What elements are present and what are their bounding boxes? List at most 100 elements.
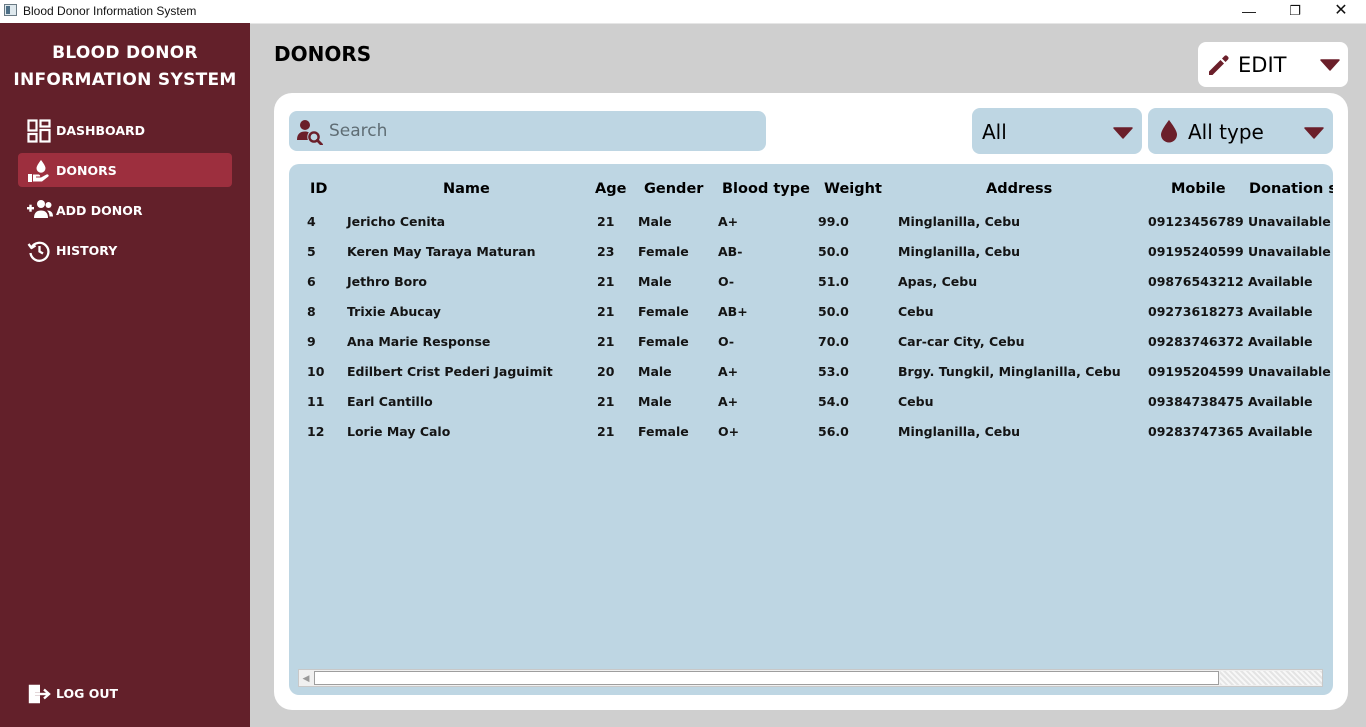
chevron-down-icon (1304, 126, 1324, 144)
cell-name: Jericho Cenita (347, 214, 446, 229)
chevron-down-icon (1113, 126, 1133, 144)
edit-dropdown-button[interactable]: EDIT (1198, 42, 1348, 87)
cell-gender: Female (638, 334, 689, 349)
cell-id: 9 (307, 334, 316, 349)
search-bar[interactable] (289, 111, 766, 151)
table-row[interactable]: 10 Edilbert Crist Pederi Jaguimit 20 Male A+… (289, 364, 1333, 394)
cell-weight: 54.0 (818, 394, 849, 409)
cell-blood-type: AB- (718, 244, 743, 259)
cell-mobile: 09195204599 (1148, 364, 1244, 379)
cell-weight: 70.0 (818, 334, 849, 349)
cell-blood-type: A+ (718, 364, 739, 379)
cell-weight: 51.0 (818, 274, 849, 289)
sidebar-item-history[interactable]: HISTORY (18, 233, 232, 267)
blood-type-filter-value: All type (1188, 120, 1264, 144)
sidebar-item-label: ADD DONOR (56, 203, 143, 218)
cell-blood-type: A+ (718, 214, 739, 229)
cell-weight: 99.0 (818, 214, 849, 229)
sidebar-item-donors[interactable]: DONORS (18, 153, 232, 187)
cell-address: Brgy. Tungkil, Minglanilla, Cebu (898, 364, 1121, 379)
minimize-button[interactable]: — (1226, 0, 1272, 23)
blood-type-filter-select[interactable]: All type (1148, 108, 1333, 154)
cell-address: Minglanilla, Cebu (898, 244, 1021, 259)
cell-donation-status: Available (1248, 424, 1313, 439)
column-header-weight[interactable]: Weight (824, 181, 882, 197)
cell-weight: 56.0 (818, 424, 849, 439)
dashboard-icon (27, 119, 51, 143)
cell-name: Lorie May Calo (347, 424, 451, 439)
cell-gender: Male (638, 214, 672, 229)
cell-id: 6 (307, 274, 316, 289)
column-header-age[interactable]: Age (595, 181, 626, 197)
cell-donation-status: Unavailable (1248, 364, 1331, 379)
search-input[interactable] (329, 111, 749, 151)
cell-age: 20 (597, 364, 615, 379)
cell-mobile: 09195240599 (1148, 244, 1244, 259)
logout-button[interactable]: LOG OUT (18, 676, 232, 710)
cell-blood-type: O- (718, 274, 735, 289)
close-button[interactable]: ✕ (1318, 0, 1364, 23)
table-row[interactable]: 4 Jericho Cenita 21 Male A+ 99.0 Minglanilla, … (289, 214, 1333, 244)
cell-name: Earl Cantillo (347, 394, 433, 409)
cell-address: Cebu (898, 394, 934, 409)
table-row[interactable]: 5 Keren May Taraya Maturan 23 Female AB- 50.0… (289, 244, 1333, 274)
cell-mobile: 09283746372 (1148, 334, 1244, 349)
scroll-left-icon[interactable]: ◀ (299, 670, 313, 686)
cell-gender: Female (638, 304, 689, 319)
cell-id: 8 (307, 304, 316, 319)
maximize-button[interactable]: ❐ (1272, 0, 1318, 23)
cell-donation-status: Available (1248, 334, 1313, 349)
table-row[interactable]: 11 Earl Cantillo 21 Male A+ 54.0 Cebu 093847384… (289, 394, 1333, 424)
cell-age: 23 (597, 244, 615, 259)
cell-address: Apas, Cebu (898, 274, 978, 289)
sidebar-item-add-donor[interactable]: ADD DONOR (18, 193, 232, 227)
cell-donation-status: Available (1248, 394, 1313, 409)
column-header-name[interactable]: Name (443, 181, 490, 197)
cell-mobile: 09123456789 (1148, 214, 1244, 229)
add-user-icon (27, 199, 53, 221)
cell-id: 5 (307, 244, 316, 259)
status-filter-select[interactable]: All (972, 108, 1142, 154)
cell-gender: Female (638, 244, 689, 259)
cell-age: 21 (597, 214, 615, 229)
cell-weight: 53.0 (818, 364, 849, 379)
scrollbar-track[interactable] (1220, 671, 1322, 685)
table-row[interactable]: 12 Lorie May Calo 21 Female O+ 56.0 Minglanill… (289, 424, 1333, 454)
cell-gender: Male (638, 364, 672, 379)
brand-line-1: BLOOD DONOR (52, 43, 198, 63)
cell-name: Keren May Taraya Maturan (347, 244, 536, 259)
window-title: Blood Donor Information System (23, 4, 197, 18)
sidebar-item-label: DONORS (56, 163, 117, 178)
column-header-mobile[interactable]: Mobile (1171, 181, 1226, 197)
cell-weight: 50.0 (818, 304, 849, 319)
cell-age: 21 (597, 424, 615, 439)
app-brand: BLOOD DONOR INFORMATION SYSTEM (0, 40, 250, 94)
brand-line-2: INFORMATION SYSTEM (13, 70, 237, 90)
column-header-blood-type[interactable]: Blood type (722, 181, 810, 197)
cell-name: Jethro Boro (347, 274, 427, 289)
cell-id: 10 (307, 364, 325, 379)
cell-gender: Female (638, 424, 689, 439)
cell-weight: 50.0 (818, 244, 849, 259)
table-row[interactable]: 9 Ana Marie Response 21 Female O- 70.0 Car-car… (289, 334, 1333, 364)
sidebar-item-label: DASHBOARD (56, 123, 146, 138)
cell-id: 11 (307, 394, 325, 409)
cell-address: Minglanilla, Cebu (898, 214, 1021, 229)
column-header-gender[interactable]: Gender (644, 181, 703, 197)
horizontal-scrollbar[interactable]: ◀ (298, 669, 1323, 687)
cell-age: 21 (597, 274, 615, 289)
chevron-down-icon (1320, 58, 1340, 76)
window-titlebar: Blood Donor Information System — ❐ ✕ (0, 0, 1366, 24)
table-row[interactable]: 8 Trixie Abucay 21 Female AB+ 50.0 Cebu 0927361… (289, 304, 1333, 334)
cell-name: Trixie Abucay (347, 304, 441, 319)
column-header-address[interactable]: Address (986, 181, 1052, 197)
cell-address: Cebu (898, 304, 934, 319)
sidebar-item-dashboard[interactable]: DASHBOARD (18, 113, 232, 147)
cell-address: Minglanilla, Cebu (898, 424, 1021, 439)
column-header-donation-status[interactable]: Donation s (1249, 181, 1333, 197)
cell-age: 21 (597, 334, 615, 349)
column-header-id[interactable]: ID (310, 181, 327, 197)
donor-hand-icon (27, 159, 51, 182)
scrollbar-thumb[interactable] (314, 671, 1219, 685)
table-row[interactable]: 6 Jethro Boro 21 Male O- 51.0 Apas, Cebu 098765… (289, 274, 1333, 304)
